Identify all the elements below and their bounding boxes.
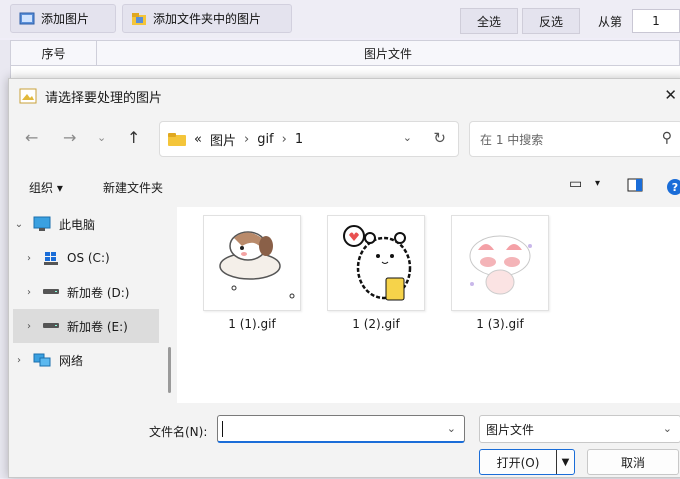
expand-chevron-icon[interactable]: › bbox=[13, 355, 25, 366]
expand-chevron-icon[interactable]: › bbox=[23, 287, 35, 298]
new-folder-button[interactable]: 新建文件夹 bbox=[103, 179, 163, 196]
filetype-dropdown-icon[interactable]: ⌄ bbox=[663, 422, 672, 435]
refresh-icon[interactable]: ↻ bbox=[433, 129, 446, 147]
tree-item-label: 网络 bbox=[59, 353, 84, 368]
text-caret bbox=[222, 421, 223, 437]
search-placeholder: 在 1 中搜索 bbox=[480, 132, 544, 147]
drive-icon bbox=[43, 289, 59, 294]
add-image-label: 添加图片 bbox=[41, 12, 90, 26]
select-all-button[interactable]: 全选 bbox=[460, 8, 518, 34]
breadcrumb-item-gif[interactable]: gif bbox=[257, 132, 273, 147]
dialog-titlebar: 请选择要处理的图片 ✕ bbox=[9, 79, 680, 113]
up-arrow-icon[interactable]: ↑ bbox=[127, 128, 140, 147]
network-icon bbox=[33, 353, 51, 367]
add-folder-label: 添加文件夹中的图片 bbox=[153, 12, 262, 26]
help-icon[interactable]: ? bbox=[667, 179, 680, 195]
image-app-icon bbox=[19, 88, 37, 104]
file-thumbnail bbox=[451, 215, 549, 311]
back-arrow-icon[interactable]: ← bbox=[25, 128, 38, 147]
tree-item-drive-d[interactable]: › 新加卷 (D:) bbox=[13, 275, 159, 309]
windows-drive-icon bbox=[44, 252, 58, 265]
tree-item-label: OS (C:) bbox=[67, 251, 110, 265]
open-button[interactable]: 打开(O) ▼ bbox=[479, 449, 575, 475]
filename-dropdown-icon[interactable]: ⌄ bbox=[447, 422, 456, 435]
file-thumbnail bbox=[203, 215, 301, 311]
file-list: 1 (1).gif 1 (2).gif 1 (3).gif bbox=[177, 207, 680, 403]
organize-menu[interactable]: 组织 ▾ bbox=[29, 179, 63, 196]
breadcrumb-item-1[interactable]: 1 bbox=[295, 132, 303, 147]
file-name: 1 (1).gif bbox=[228, 317, 276, 331]
address-dropdown-icon[interactable]: ⌄ bbox=[403, 131, 412, 144]
preview-pane-icon[interactable] bbox=[627, 178, 643, 192]
file-name: 1 (3).gif bbox=[476, 317, 524, 331]
from-page-label: 从第 bbox=[598, 15, 623, 29]
recent-locations-chevron-icon[interactable]: ⌄ bbox=[97, 131, 106, 144]
file-item[interactable]: 1 (3).gif bbox=[451, 215, 549, 331]
tree-item-drive-e[interactable]: › 新加卷 (E:) bbox=[13, 309, 159, 343]
app-toolbar: 添加图片 添加文件夹中的图片 全选 反选 从第 1 bbox=[0, 0, 680, 38]
breadcrumb-prefix: « bbox=[194, 131, 202, 147]
image-table-header: 序号 图片文件 bbox=[10, 40, 680, 66]
add-image-button[interactable]: 添加图片 bbox=[10, 4, 116, 33]
close-icon[interactable]: ✕ bbox=[664, 86, 677, 104]
open-file-dialog: 请选择要处理的图片 ✕ ← → ⌄ ↑ « 图片 › gif › 1 ⌄ ↻ 在… bbox=[8, 78, 680, 478]
dialog-title: 请选择要处理的图片 bbox=[45, 90, 163, 106]
add-folder-icon bbox=[132, 12, 146, 25]
breadcrumb-separator-icon: › bbox=[281, 131, 287, 147]
command-bar: 组织 ▾ 新建文件夹 ▭ ▾ ? bbox=[9, 171, 680, 201]
file-item[interactable]: 1 (2).gif bbox=[327, 215, 425, 331]
dialog-footer: 文件名(N): ⌄ 图片文件 ⌄ 打开(O) ▼ 取消 bbox=[9, 403, 680, 479]
computer-icon bbox=[33, 216, 51, 231]
folder-icon bbox=[168, 133, 186, 146]
forward-arrow-icon[interactable]: → bbox=[63, 128, 76, 147]
tree-item-this-pc[interactable]: ⌄ 此电脑 bbox=[13, 207, 159, 241]
tree-item-os-c[interactable]: › OS (C:) bbox=[13, 241, 159, 275]
breadcrumb-separator-icon: › bbox=[243, 131, 250, 147]
page-number-input[interactable]: 1 bbox=[632, 9, 680, 33]
open-button-label[interactable]: 打开(O) bbox=[480, 454, 556, 471]
tree-item-network[interactable]: › 网络 bbox=[13, 343, 159, 377]
open-options-chevron-icon[interactable]: ▼ bbox=[556, 450, 574, 474]
column-header-index[interactable]: 序号 bbox=[11, 41, 97, 65]
tree-item-label: 新加卷 (E:) bbox=[67, 319, 128, 334]
column-header-file[interactable]: 图片文件 bbox=[97, 41, 679, 65]
navigation-bar: ← → ⌄ ↑ « 图片 › gif › 1 ⌄ ↻ 在 1 中搜索 ⚲ bbox=[9, 117, 680, 157]
address-bar[interactable]: « 图片 › gif › 1 ⌄ ↻ bbox=[159, 121, 459, 157]
expand-chevron-icon[interactable]: ⌄ bbox=[13, 219, 25, 230]
tree-item-label: 此电脑 bbox=[59, 217, 96, 232]
puppy-sticker-thumbnail bbox=[219, 231, 295, 299]
search-icon: ⚲ bbox=[661, 130, 672, 146]
add-folder-images-button[interactable]: 添加文件夹中的图片 bbox=[122, 4, 292, 33]
expand-chevron-icon[interactable]: › bbox=[23, 253, 35, 264]
tree-item-label: 新加卷 (D:) bbox=[67, 285, 130, 300]
file-name: 1 (2).gif bbox=[352, 317, 400, 331]
filetype-select[interactable]: 图片文件 ⌄ bbox=[479, 415, 680, 443]
cancel-button[interactable]: 取消 bbox=[587, 449, 679, 475]
navigation-tree: ⌄ 此电脑 › OS (C:) › 新加卷 (D:) › 新加卷 (E:) › … bbox=[9, 207, 169, 403]
breadcrumb-item-pictures[interactable]: 图片 bbox=[210, 130, 236, 149]
filetype-value: 图片文件 bbox=[486, 422, 535, 437]
view-mode-icon[interactable]: ▭ bbox=[569, 176, 582, 192]
pink-cat-sticker-thumbnail bbox=[469, 235, 532, 295]
filename-input[interactable]: ⌄ bbox=[217, 415, 465, 443]
expand-chevron-icon[interactable]: › bbox=[23, 321, 35, 332]
tree-scrollbar[interactable] bbox=[168, 347, 171, 393]
file-item[interactable]: 1 (1).gif bbox=[203, 215, 301, 331]
view-dropdown-chevron-icon[interactable]: ▾ bbox=[595, 178, 600, 189]
drive-icon bbox=[43, 323, 59, 328]
filename-label: 文件名(N): bbox=[149, 425, 208, 439]
bear-heart-sticker-thumbnail bbox=[343, 225, 412, 301]
invert-selection-button[interactable]: 反选 bbox=[522, 8, 580, 34]
add-image-icon bbox=[19, 12, 35, 24]
file-thumbnail bbox=[327, 215, 425, 311]
search-box[interactable]: 在 1 中搜索 ⚲ bbox=[469, 121, 680, 157]
